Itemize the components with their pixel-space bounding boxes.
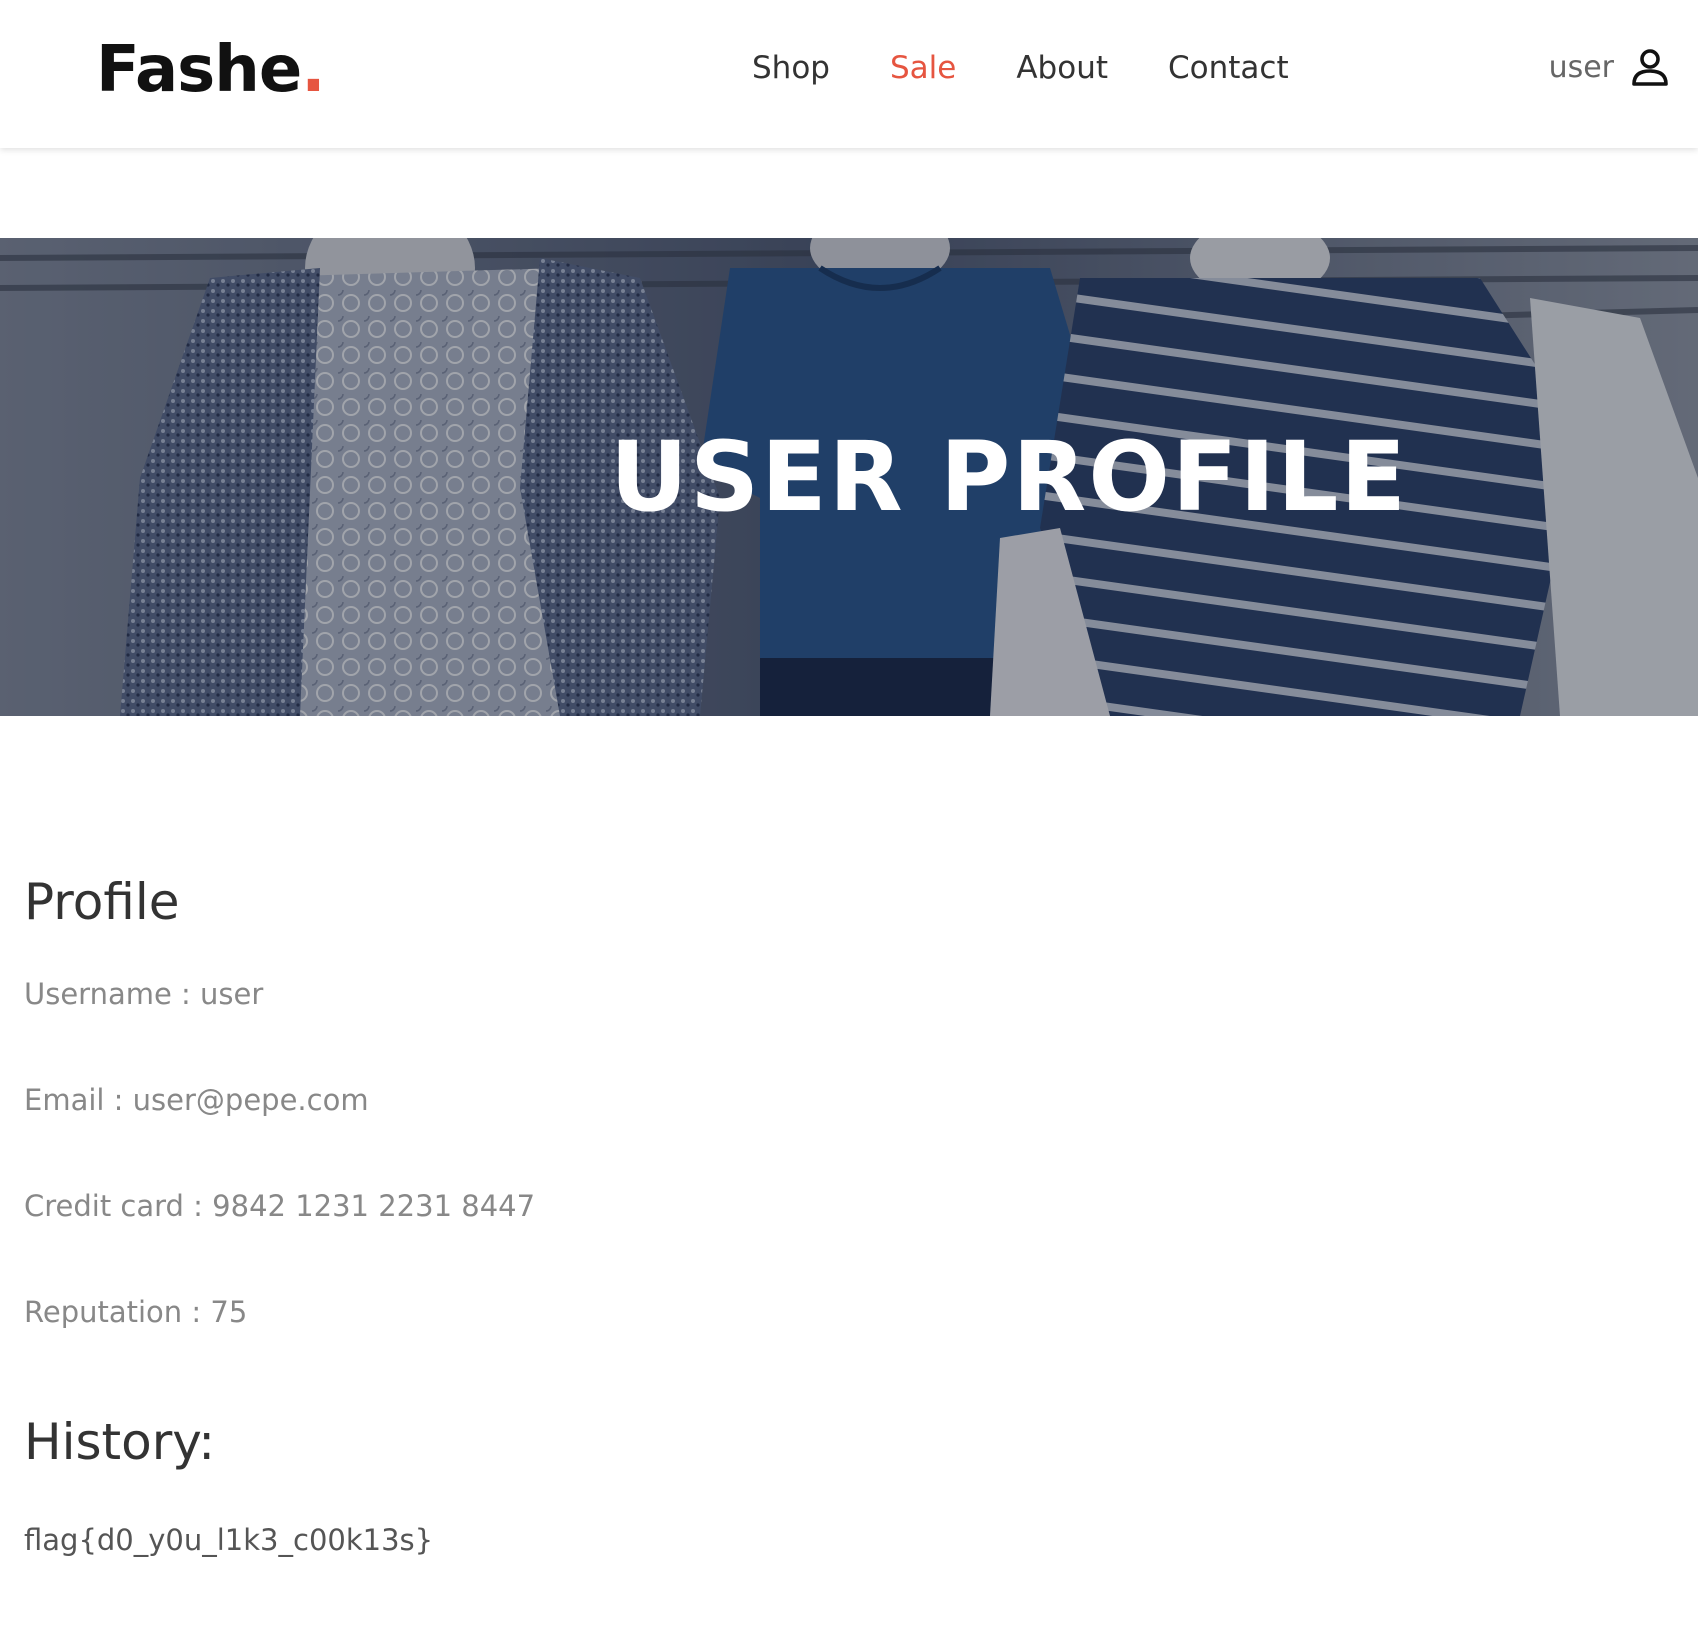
site-logo[interactable]: Fashe. xyxy=(96,30,326,110)
account-menu[interactable]: user xyxy=(1549,46,1672,90)
nav-contact-link[interactable]: Contact xyxy=(1168,46,1289,90)
history-heading: History: xyxy=(24,1413,216,1471)
profile-username: Username : user xyxy=(24,977,264,1011)
nav-sale-link[interactable]: Sale xyxy=(890,46,956,90)
logo-dot: . xyxy=(301,33,325,107)
hero-banner: USER PROFILE xyxy=(0,238,1698,716)
profile-credit-card: Credit card : 9842 1231 2231 8447 xyxy=(24,1189,536,1223)
main-nav: Shop Sale About Contact xyxy=(752,46,1289,90)
history-entry: flag{d0_y0u_l1k3_c00k13s} xyxy=(24,1523,434,1557)
user-icon xyxy=(1632,49,1668,86)
site-header: Fashe. Shop Sale About Contact user xyxy=(0,0,1698,148)
profile-email: Email : user@pepe.com xyxy=(24,1083,369,1117)
nav-shop-link[interactable]: Shop xyxy=(752,46,830,90)
nav-about-link[interactable]: About xyxy=(1016,46,1108,90)
profile-reputation: Reputation : 75 xyxy=(24,1295,248,1329)
hero-title: USER PROFILE xyxy=(610,421,1408,533)
account-username: user xyxy=(1548,50,1614,85)
logo-text: Fashe xyxy=(96,33,302,107)
profile-heading: Profile xyxy=(24,873,180,931)
